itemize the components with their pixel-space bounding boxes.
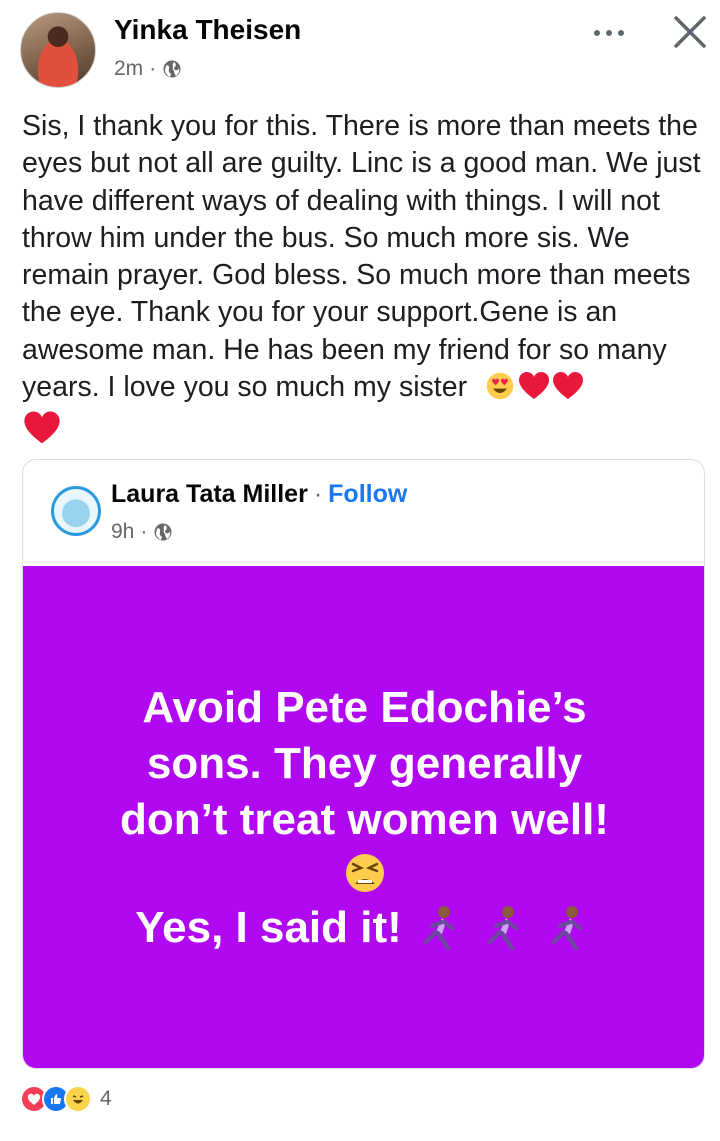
woman-running-emoji bbox=[423, 906, 454, 950]
author-avatar[interactable] bbox=[20, 12, 96, 88]
shared-meta: 9h · bbox=[111, 520, 173, 544]
globe-icon bbox=[154, 523, 172, 541]
shared-meta-separator: · bbox=[140, 520, 148, 543]
meta-separator: · bbox=[149, 57, 157, 80]
tired-face-emoji bbox=[345, 854, 384, 892]
reaction-count[interactable]: 4 bbox=[100, 1087, 112, 1111]
more-options-button[interactable] bbox=[584, 18, 634, 48]
shared-author-name[interactable]: Laura Tata Miller bbox=[111, 480, 308, 509]
shared-author-line: Laura Tata Miller · Follow bbox=[111, 480, 407, 509]
more-dot-icon bbox=[618, 30, 624, 36]
text-banner[interactable]: Avoid Pete Edochie’s sons. They generall… bbox=[23, 566, 704, 1068]
more-dot-icon bbox=[606, 30, 612, 36]
shared-separator: · bbox=[313, 480, 323, 508]
woman-running-emoji bbox=[551, 906, 582, 950]
more-dot-icon bbox=[594, 30, 600, 36]
globe-icon bbox=[163, 60, 181, 78]
post-header: Yinka Theisen 2m · bbox=[0, 0, 720, 100]
red-heart-emoji bbox=[552, 372, 583, 400]
haha-reaction-icon bbox=[64, 1085, 92, 1113]
banner-last-row: Yes, I said it! bbox=[135, 900, 594, 956]
red-heart-emoji bbox=[518, 372, 549, 400]
banner-line: sons. They generally bbox=[146, 739, 583, 788]
shared-time[interactable]: 9h bbox=[111, 520, 134, 544]
heart-eyes-emoji bbox=[486, 372, 514, 400]
post-meta: 2m · bbox=[114, 57, 182, 81]
follow-button[interactable]: Follow bbox=[328, 480, 407, 509]
close-icon[interactable] bbox=[666, 8, 714, 56]
woman-running-emoji bbox=[487, 906, 518, 950]
author-name[interactable]: Yinka Theisen bbox=[114, 14, 301, 46]
banner-line: Yes, I said it! bbox=[135, 903, 402, 952]
shared-author-avatar[interactable] bbox=[51, 486, 101, 536]
red-heart-emoji bbox=[24, 411, 60, 444]
post-text: Sis, I thank you for this. There is more… bbox=[22, 110, 701, 404]
post-time[interactable]: 2m bbox=[114, 57, 143, 81]
banner-line: don’t treat women well! bbox=[120, 795, 609, 844]
shared-post-card[interactable]: Laura Tata Miller · Follow 9h · Avoid Pe… bbox=[22, 459, 705, 1069]
reaction-summary[interactable]: 4 bbox=[20, 1084, 112, 1114]
post-body: Sis, I thank you for this. There is more… bbox=[22, 108, 702, 406]
banner-line: Avoid Pete Edochie’s bbox=[142, 683, 587, 732]
